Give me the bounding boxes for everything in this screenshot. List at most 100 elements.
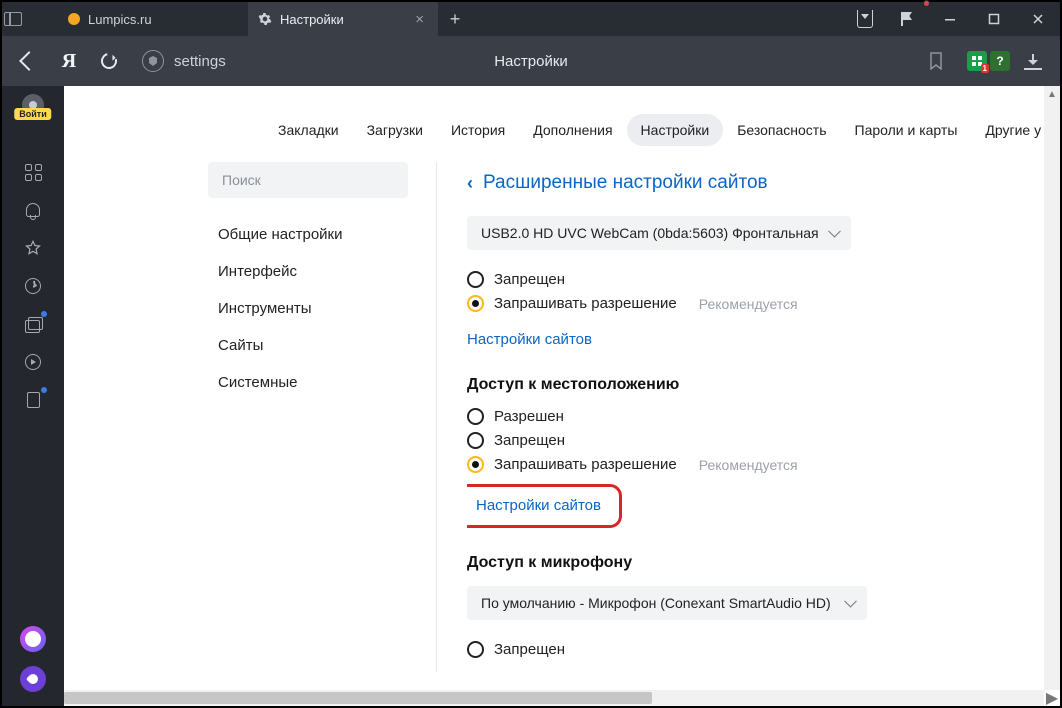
extension-2-button[interactable]: ? <box>990 51 1010 71</box>
tab-settings[interactable]: Настройки × <box>248 2 438 36</box>
leftnav-interface[interactable]: Интерфейс <box>204 253 436 290</box>
camera-select-value: USB2.0 HD UVC WebCam (0bda:5603) Фронтал… <box>481 225 819 241</box>
document-icon <box>27 392 40 408</box>
radio-icon <box>467 271 484 288</box>
sidebar-alice-button-2[interactable] <box>20 666 46 692</box>
leftnav-tools[interactable]: Инструменты <box>204 290 436 327</box>
sidebar-media-button[interactable] <box>23 352 43 372</box>
notifications-button[interactable] <box>886 2 928 36</box>
download-icon <box>1026 54 1040 68</box>
mic-opt-denied[interactable]: Запрещен <box>467 641 1060 658</box>
reload-icon <box>98 50 120 72</box>
sidebar-notifications-button[interactable] <box>23 200 43 220</box>
account-button[interactable]: Войти <box>22 94 44 116</box>
location-opt-denied[interactable]: Запрещен <box>467 432 1060 449</box>
bookmarks-panel-button[interactable] <box>844 2 886 36</box>
topnav-history[interactable]: История <box>437 114 519 146</box>
camera-opt-ask[interactable]: Запрашивать разрешение Рекомендуется <box>467 295 1060 312</box>
radio-label: Запрашивать разрешение <box>494 456 677 473</box>
radio-checked-icon <box>467 295 484 312</box>
blue-dot-icon <box>41 311 47 317</box>
radio-label: Запрашивать разрешение <box>494 295 677 312</box>
shield-icon[interactable] <box>142 50 164 72</box>
sidebar-alice-button-1[interactable] <box>20 626 46 652</box>
leftnav-general[interactable]: Общие настройки <box>204 216 436 253</box>
topnav-security[interactable]: Безопасность <box>723 114 840 146</box>
titlebar: Lumpics.ru Настройки × + <box>2 2 1060 36</box>
topnav-bookmarks[interactable]: Закладки <box>264 114 353 146</box>
window-maximize-button[interactable] <box>972 2 1016 36</box>
login-badge: Войти <box>14 108 51 120</box>
camera-device-select[interactable]: USB2.0 HD UVC WebCam (0bda:5603) Фронтал… <box>467 216 851 250</box>
gear-icon <box>258 12 272 26</box>
omnibox-url: settings <box>174 53 226 70</box>
location-site-settings-link[interactable]: Настройки сайтов <box>476 497 601 514</box>
new-tab-button[interactable]: + <box>438 2 472 36</box>
scroll-up-icon[interactable]: ▲ <box>1044 86 1060 102</box>
recommended-label: Рекомендуется <box>699 296 798 312</box>
radio-icon <box>467 641 484 658</box>
topnav-downloads[interactable]: Загрузки <box>353 114 437 146</box>
sidebar-history-button[interactable] <box>23 276 43 296</box>
blue-dot-icon <box>41 387 47 393</box>
recommended-label: Рекомендуется <box>699 457 798 473</box>
topnav-settings[interactable]: Настройки <box>627 114 724 146</box>
sidebar-docs-button[interactable] <box>23 390 43 410</box>
tab-title: Настройки <box>280 12 344 27</box>
stack-icon <box>25 317 41 331</box>
yandex-logo-icon: Я <box>62 50 76 73</box>
downloads-button[interactable] <box>1016 44 1050 78</box>
sidebar-services-button[interactable] <box>23 162 43 182</box>
clock-icon <box>25 278 41 294</box>
settings-panel: ‹ Расширенные настройки сайтов USB2.0 HD… <box>436 162 1060 672</box>
sidebar-collections-button[interactable] <box>23 314 43 334</box>
settings-search-input[interactable]: Поиск <box>208 162 408 198</box>
camera-opt-denied[interactable]: Запрещен <box>467 271 1060 288</box>
star-icon <box>25 240 41 256</box>
radio-checked-icon <box>467 456 484 473</box>
reload-button[interactable] <box>92 44 126 78</box>
grid-icon <box>25 164 42 181</box>
bookmark-icon[interactable] <box>929 52 943 70</box>
extension-2-label: ? <box>996 54 1003 68</box>
radio-label: Запрещен <box>494 432 565 449</box>
breadcrumb-back[interactable]: ‹ Расширенные настройки сайтов <box>467 172 1060 194</box>
leftnav-sites[interactable]: Сайты <box>204 327 436 364</box>
scrollbar-thumb[interactable] <box>64 692 652 704</box>
window-minimize-button[interactable] <box>928 2 972 36</box>
location-opt-ask[interactable]: Запрашивать разрешение Рекомендуется <box>467 456 1060 473</box>
omnibox-page-title: Настройки <box>494 53 568 70</box>
location-section-title: Доступ к местоположению <box>467 376 1060 394</box>
radio-label: Запрещен <box>494 641 565 658</box>
scroll-right-icon[interactable]: ▶ <box>1044 690 1060 706</box>
sidebar-favorites-button[interactable] <box>23 238 43 258</box>
leftnav-system[interactable]: Системные <box>204 364 436 401</box>
back-button[interactable] <box>12 44 46 78</box>
mic-device-select[interactable]: По умолчанию - Микрофон (Conexant SmartA… <box>467 586 867 620</box>
favicon-lumpics <box>68 13 80 25</box>
close-icon[interactable]: × <box>415 12 424 27</box>
vertical-scrollbar[interactable]: ▲ <box>1044 86 1060 690</box>
radio-label: Запрещен <box>494 271 565 288</box>
panel-icon <box>4 12 22 26</box>
home-button[interactable]: Я <box>52 44 86 78</box>
window-close-button[interactable] <box>1016 2 1060 36</box>
topnav-passwords[interactable]: Пароли и карты <box>841 114 972 146</box>
notification-dot-icon <box>923 0 930 7</box>
extensions-area: 1 ? <box>967 51 1010 71</box>
horizontal-scrollbar[interactable]: ▶ <box>64 690 1044 706</box>
topnav-addons[interactable]: Дополнения <box>519 114 626 146</box>
extension-1-button[interactable]: 1 <box>967 51 987 71</box>
chevron-left-icon: ‹ <box>467 173 473 194</box>
arrow-left-icon <box>19 51 39 71</box>
alice-icon <box>26 672 40 686</box>
location-opt-allowed[interactable]: Разрешен <box>467 408 1060 425</box>
tab-lumpics[interactable]: Lumpics.ru <box>58 2 248 36</box>
tab-title: Lumpics.ru <box>88 12 152 27</box>
omnibox[interactable]: settings Настройки <box>132 44 953 78</box>
camera-site-settings-link[interactable]: Настройки сайтов <box>467 331 592 348</box>
breadcrumb-label: Расширенные настройки сайтов <box>483 172 768 194</box>
topnav-other[interactable]: Другие у <box>971 114 1055 146</box>
highlight-annotation: Настройки сайтов <box>467 484 622 528</box>
sidebar-toggle[interactable] <box>2 2 24 36</box>
